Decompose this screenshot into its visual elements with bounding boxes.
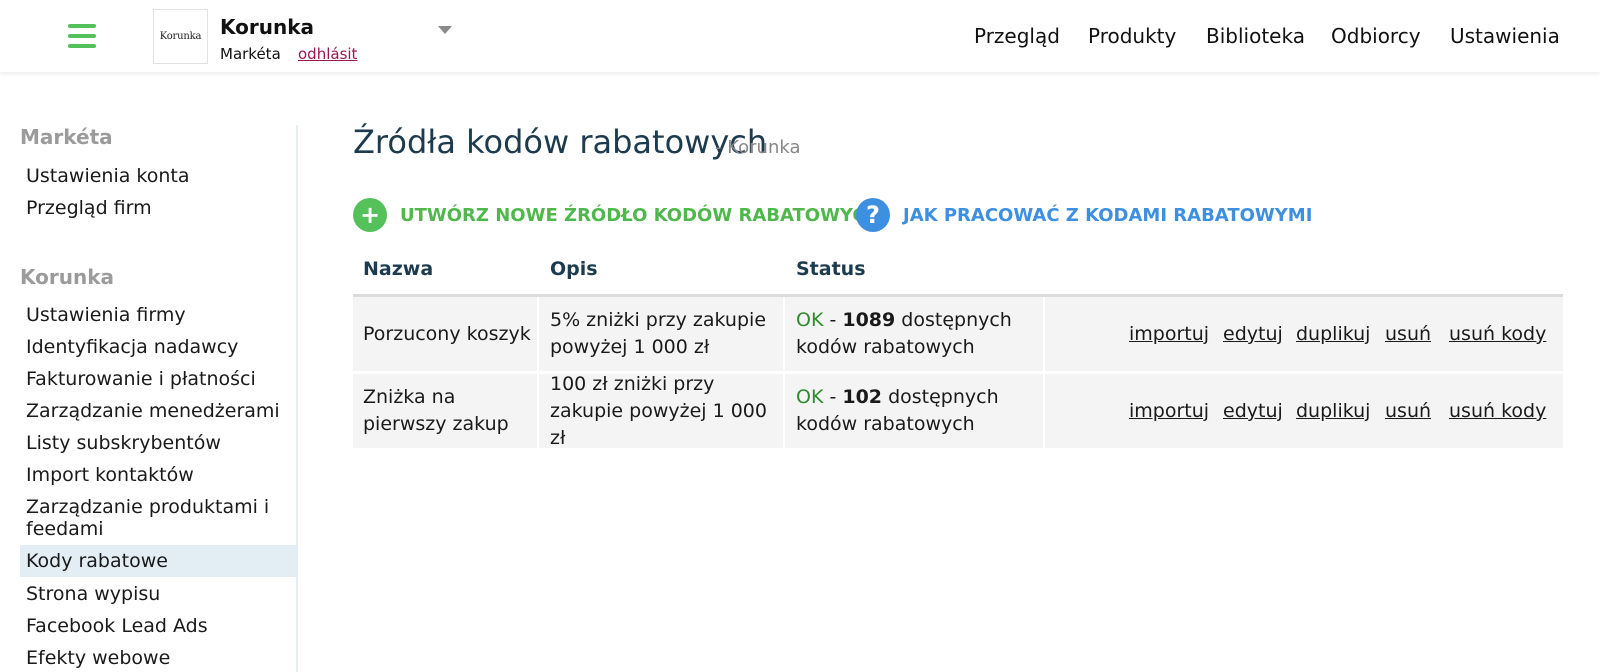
plus-icon: + — [353, 198, 387, 232]
table-row: Porzucony koszyk 5% zniżki przy zakupie … — [353, 297, 1563, 371]
delete-link[interactable]: usuń — [1385, 374, 1431, 448]
status-ok: OK — [796, 309, 824, 331]
logout-link[interactable]: odhlásit — [298, 45, 357, 63]
cell-separator — [783, 374, 785, 448]
sidebar-item-produkty-feedy[interactable]: Zarządzanie produktami i feedami — [20, 496, 297, 540]
row-status: OK - 102 dostępnych kodów rabatowych — [796, 374, 1036, 448]
duplicate-link[interactable]: duplikuj — [1296, 297, 1370, 371]
cell-separator — [1043, 374, 1045, 448]
row-name: Zniżka na pierwszy zakup — [363, 386, 509, 435]
create-discount-source-label: UTWÓRZ NOWE ŹRÓDŁO KODÓW RABATOWYCH — [400, 204, 881, 226]
page-title: Źródła kodów rabatowych — [353, 123, 768, 161]
delete-link[interactable]: usuń — [1385, 297, 1431, 371]
import-link[interactable]: importuj — [1129, 297, 1209, 371]
nav-biblioteka[interactable]: Biblioteka — [1206, 24, 1305, 48]
top-header: Korunka Korunka Markéta odhlásit Przeglą… — [0, 0, 1600, 72]
cell-separator — [537, 374, 539, 448]
sidebar-item-listy-subskrybentow[interactable]: Listy subskrybentów — [20, 432, 297, 454]
status-separator: - — [823, 309, 843, 331]
table-row: Zniżka na pierwszy zakup 100 zł zniżki p… — [353, 372, 1563, 449]
status-count: 102 — [842, 386, 883, 408]
nav-odbiorcy[interactable]: Odbiorcy — [1331, 24, 1421, 48]
help-discount-codes-label: JAK PRACOWAĆ Z KODAMI RABATOWYMI — [903, 204, 1313, 226]
sidebar-heading-company: Korunka — [20, 265, 115, 289]
row-status: OK - 1089 dostępnych kodów rabatowych — [796, 297, 1036, 371]
user-name: Markéta — [220, 45, 281, 63]
create-discount-source-button[interactable]: + UTWÓRZ NOWE ŹRÓDŁO KODÓW RABATOWYCH — [353, 198, 881, 232]
company-logo[interactable]: Korunka — [153, 9, 208, 64]
sidebar-item-efekty-webowe[interactable]: Efekty webowe — [20, 647, 297, 669]
cell-separator — [783, 297, 785, 371]
cell-separator — [537, 297, 539, 371]
question-icon: ? — [856, 198, 890, 232]
sidebar-item-przeglad-firm[interactable]: Przegląd firm — [20, 197, 297, 219]
sidebar-item-fakturowanie[interactable]: Fakturowanie i płatności — [20, 368, 297, 390]
chevron-down-icon[interactable] — [438, 26, 452, 34]
row-name: Porzucony koszyk — [363, 322, 531, 345]
menu-icon[interactable] — [68, 24, 96, 48]
sidebar-item-identyfikacja-nadawcy[interactable]: Identyfikacja nadawcy — [20, 336, 297, 358]
sidebar-item-ustawienia-konta[interactable]: Ustawienia konta — [20, 165, 297, 187]
column-header-status: Status — [796, 258, 866, 280]
status-separator: - — [823, 386, 843, 408]
sidebar-item-menedzerowie[interactable]: Zarządzanie menedżerami — [20, 400, 297, 422]
row-description: 100 zł zniżki przy zakupie powyżej 1 000… — [550, 372, 767, 449]
sidebar-heading-user: Markéta — [20, 125, 113, 149]
sidebar-item-facebook-lead-ads[interactable]: Facebook Lead Ads — [20, 615, 297, 637]
duplicate-link[interactable]: duplikuj — [1296, 374, 1370, 448]
nav-przeglad[interactable]: Przegląd — [974, 24, 1060, 48]
edit-link[interactable]: edytuj — [1223, 374, 1283, 448]
nav-ustawienia[interactable]: Ustawienia — [1450, 24, 1560, 48]
nav-produkty[interactable]: Produkty — [1088, 24, 1176, 48]
sidebar-item-kody-rabatowe[interactable]: Kody rabatowe — [20, 545, 297, 577]
company-logo-text: Korunka — [159, 31, 202, 42]
status-count: 1089 — [842, 309, 896, 331]
status-ok: OK — [796, 386, 824, 408]
sidebar-item-ustawienia-firmy[interactable]: Ustawienia firmy — [20, 304, 297, 326]
sidebar-item-import-kontaktow[interactable]: Import kontaktów — [20, 464, 297, 486]
help-discount-codes-button[interactable]: ? JAK PRACOWAĆ Z KODAMI RABATOWYMI — [856, 198, 1312, 232]
delete-codes-link[interactable]: usuń kody — [1449, 374, 1546, 448]
company-name: Korunka — [220, 15, 315, 39]
column-header-description: Opis — [550, 258, 598, 280]
row-description: 5% zniżki przy zakupie powyżej 1 000 zł — [550, 309, 767, 358]
cell-separator — [1043, 297, 1045, 371]
delete-codes-link[interactable]: usuń kody — [1449, 297, 1546, 371]
edit-link[interactable]: edytuj — [1223, 297, 1283, 371]
column-header-name: Nazwa — [363, 258, 434, 280]
page-subtitle: - Korunka — [715, 137, 801, 158]
sidebar-item-strona-wypisu[interactable]: Strona wypisu — [20, 583, 297, 605]
import-link[interactable]: importuj — [1129, 374, 1209, 448]
